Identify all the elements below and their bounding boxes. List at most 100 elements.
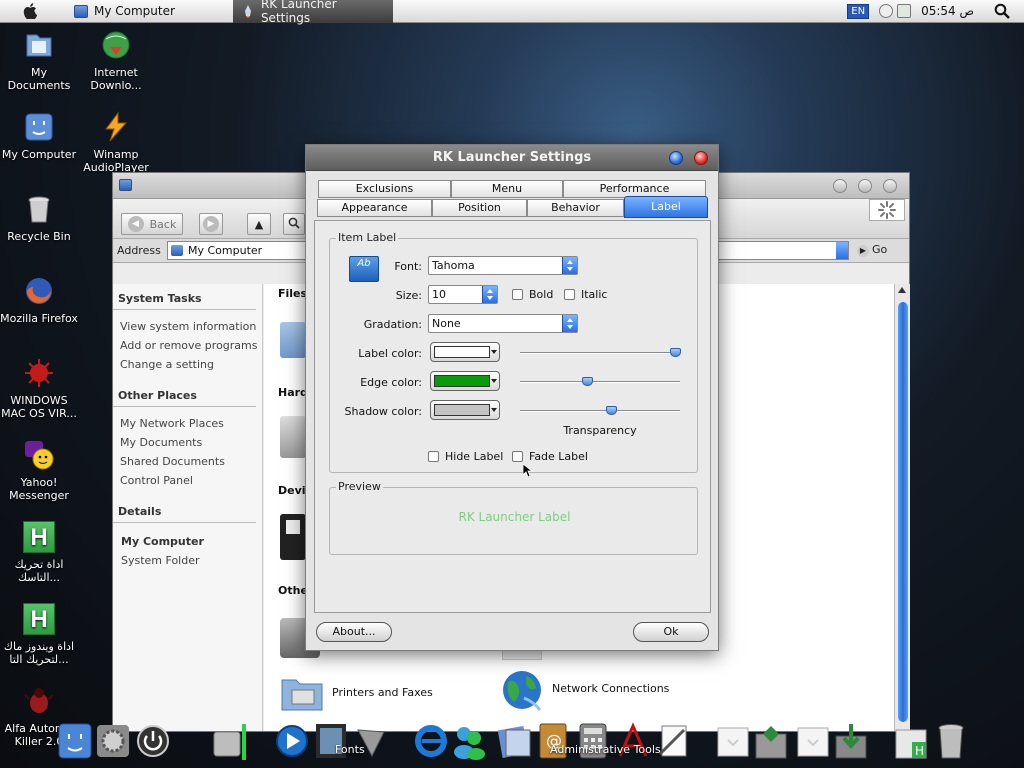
back-button[interactable]: ◀ Back [121, 213, 183, 235]
dialog-close-button[interactable] [694, 151, 708, 165]
explorer-minimize-button[interactable] [833, 179, 847, 193]
dialog-minimize-button[interactable] [669, 151, 683, 165]
dock-finder-icon[interactable] [56, 720, 94, 760]
search-button[interactable] [283, 213, 305, 235]
go-button[interactable]: ▶ Go [857, 243, 887, 257]
desktop-icon-label: Yahoo! Messenger [9, 476, 69, 502]
bold-checkbox-box[interactable] [512, 289, 523, 300]
scroll-up-arrow[interactable] [898, 287, 906, 293]
desktop-icon-windows-mac-os[interactable]: WINDOWS MAC OS VIR... [0, 356, 78, 420]
fade-label-checkbox[interactable]: Fade Label [512, 450, 588, 463]
place-shared-documents[interactable]: Shared Documents [113, 451, 262, 470]
rocket-icon [243, 4, 253, 18]
desktop-icon-my-computer[interactable]: My Computer [0, 110, 78, 161]
up-folder-button[interactable]: ▲ [247, 213, 271, 235]
hide-label-checkbox[interactable]: Hide Label [428, 450, 503, 463]
hide-label-checkbox-box[interactable] [428, 451, 439, 462]
tab-menu[interactable]: Menu [451, 180, 563, 198]
scrollbar-thumb[interactable] [898, 302, 908, 722]
ok-button[interactable]: Ok [633, 622, 709, 642]
desktop-icon-taskbar-tool[interactable]: H اداة تحريك التاسك... [0, 520, 78, 584]
shadow-color-slider-knob[interactable] [606, 406, 618, 415]
desktop-icon-winamp[interactable]: Winamp AudioPlayer [77, 110, 155, 174]
tab-appearance[interactable]: Appearance [317, 199, 432, 217]
explorer-scrollbar[interactable] [894, 284, 910, 731]
task-view-system-information[interactable]: View system information [113, 310, 262, 335]
dock-empty-slot-icon[interactable] [794, 720, 832, 760]
tab-behavior[interactable]: Behavior [527, 199, 624, 217]
place-my-documents[interactable]: My Documents [113, 432, 262, 451]
desktop-icon-internet-download[interactable]: Internet Downlo... [77, 28, 155, 92]
size-select[interactable]: 10 [428, 285, 498, 304]
tab-label[interactable]: Label [624, 196, 708, 218]
hard-drive-icon[interactable] [280, 416, 306, 458]
forward-button[interactable]: ▶ [199, 213, 223, 235]
dock-drive-icon[interactable] [210, 720, 248, 760]
task-change-setting[interactable]: Change a setting [113, 354, 262, 373]
dock-media-player-icon[interactable] [274, 720, 312, 760]
smiley-tray-icon[interactable] [879, 4, 894, 18]
desktop-icon-my-documents[interactable]: My Documents [0, 28, 78, 92]
desktop-icon-firefox[interactable]: Mozilla Firefox [0, 274, 78, 325]
tab-position[interactable]: Position [432, 199, 527, 217]
yahoo-messenger-icon [22, 438, 56, 472]
clock[interactable]: 05:54 ص [921, 4, 974, 18]
tab-exclusions[interactable]: Exclusions [318, 180, 451, 198]
globe-download-icon [99, 28, 133, 62]
label-color-slider[interactable] [520, 348, 682, 358]
bold-checkbox[interactable]: Bold [512, 288, 553, 301]
place-my-network-places[interactable]: My Network Places [113, 407, 262, 432]
dock-messenger-icon[interactable] [450, 720, 488, 760]
dock-shutdown-icon[interactable] [134, 720, 172, 760]
italic-checkbox[interactable]: Italic [564, 288, 607, 301]
dock-system-preferences-icon[interactable] [94, 720, 132, 760]
apple-menu-icon[interactable] [20, 3, 40, 19]
label-color-label: Label color: [358, 347, 422, 360]
desktop-icon-recycle-bin[interactable]: Recycle Bin [0, 192, 78, 243]
size-label: Size: [395, 289, 422, 302]
edge-color-picker[interactable] [430, 371, 500, 391]
shadow-color-slider[interactable] [520, 406, 680, 416]
dock-download-slot-icon[interactable] [714, 720, 752, 760]
about-button[interactable]: About... [316, 622, 392, 642]
gradation-select[interactable]: None [428, 314, 578, 333]
dialog-titlebar[interactable]: RK Launcher Settings [306, 145, 718, 171]
dock-trash-icon[interactable] [932, 720, 970, 760]
dock-downloads-icon[interactable] [832, 720, 870, 760]
font-label: Font: [394, 260, 422, 273]
desktop-icon-yahoo-messenger[interactable]: Yahoo! Messenger [0, 438, 78, 502]
explorer-close-button[interactable] [883, 179, 897, 193]
label-color-picker[interactable] [430, 342, 500, 362]
shadow-color-picker[interactable] [430, 400, 500, 420]
place-control-panel[interactable]: Control Panel [113, 470, 262, 489]
dock-h-app-icon[interactable]: H [892, 720, 930, 760]
edge-color-slider[interactable] [520, 377, 680, 387]
address-label: Address [117, 244, 161, 257]
language-indicator[interactable]: EN [847, 3, 870, 19]
floppy-disk-icon[interactable] [280, 514, 306, 560]
trash-icon [22, 192, 56, 226]
label-color-slider-knob[interactable] [670, 348, 682, 357]
folder-icon[interactable] [280, 322, 306, 358]
menubar-active-app[interactable]: RK Launcher Settings [232, 0, 393, 25]
details-type: System Folder [121, 554, 200, 567]
edge-color-slider-knob[interactable] [582, 377, 594, 386]
task-add-remove-programs[interactable]: Add or remove programs [113, 335, 262, 354]
network-connections-item[interactable]: Network Connections [500, 668, 669, 711]
printers-and-faxes-item[interactable]: Printers and Faxes [280, 672, 433, 712]
spotlight-search-icon[interactable] [992, 1, 1012, 21]
address-dropdown-arrow[interactable] [836, 242, 848, 259]
preview-legend: Preview [336, 480, 383, 493]
font-select[interactable]: Tahoma [428, 256, 578, 275]
explorer-zoom-button[interactable] [858, 179, 872, 193]
shield-tray-icon[interactable] [897, 4, 912, 18]
italic-checkbox-box[interactable] [564, 289, 575, 300]
details-title: Details [113, 489, 256, 523]
fade-label-checkbox-box[interactable] [512, 451, 523, 462]
details-name: My Computer [121, 535, 204, 548]
dock-internet-explorer-icon[interactable] [412, 720, 450, 760]
dock-mosaic-icon[interactable] [752, 720, 790, 760]
desktop-icon-windows-mac-tool[interactable]: H اداة ويندوز ماك لتحريك التا... [0, 602, 78, 666]
menubar-app-my-computer[interactable]: My Computer [64, 0, 185, 23]
dock-photos-icon[interactable] [496, 720, 534, 760]
